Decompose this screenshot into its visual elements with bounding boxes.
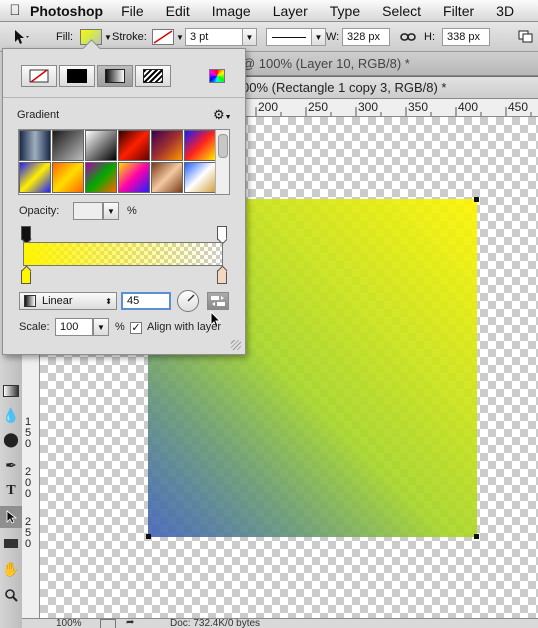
zoom-tool-icon[interactable] <box>0 584 22 606</box>
fill-label: Fill: <box>56 31 74 43</box>
type-tool-icon[interactable]: T <box>0 480 22 502</box>
menu-layer[interactable]: Layer <box>273 3 308 19</box>
presets-scrollbar[interactable] <box>215 130 229 194</box>
solid-color-button[interactable] <box>59 65 95 87</box>
opacity-dropdown[interactable]: ▼ <box>103 202 119 220</box>
ruler-tick-digit: 0 <box>25 538 32 550</box>
resize-grip-icon[interactable] <box>231 340 241 350</box>
gradient-style-value: Linear <box>42 295 73 307</box>
stroke-swatch[interactable] <box>152 29 174 45</box>
height-label: H: <box>424 31 435 43</box>
status-bar: 100% ➦ Doc: 732.4K/0 bytes <box>22 618 538 628</box>
opacity-stop-left[interactable] <box>21 226 31 240</box>
no-fill-button[interactable] <box>21 65 57 87</box>
menu-file[interactable]: File <box>121 3 144 19</box>
panel-divider <box>3 97 245 98</box>
reverse-gradient-button[interactable] <box>207 292 229 310</box>
angle-dial[interactable] <box>177 290 199 312</box>
gradient-fill-button[interactable] <box>97 65 133 87</box>
pen-tool-icon[interactable]: ✒ <box>0 454 22 476</box>
presets-scroll-thumb[interactable] <box>218 134 228 158</box>
opacity-label: Opacity: <box>19 205 60 217</box>
fill-dropdown-icon[interactable]: ▼ <box>104 33 112 42</box>
gradient-preset[interactable] <box>184 130 216 161</box>
gradient-preset[interactable] <box>52 162 84 193</box>
select-arrows-icon: ⬍ <box>105 296 112 306</box>
gradient-style-select[interactable]: Linear ⬍ <box>19 292 117 310</box>
color-stop-left[interactable] <box>21 270 31 284</box>
stroke-type-select[interactable] <box>266 28 312 46</box>
hand-tool-icon[interactable]: ✋ <box>0 558 22 580</box>
status-icon[interactable] <box>100 619 116 628</box>
path-operations-icon[interactable] <box>518 22 534 52</box>
apple-icon[interactable]:  <box>0 2 30 19</box>
dodge-tool-icon[interactable]: ⬤ <box>0 428 22 450</box>
scale-unit: % <box>115 321 125 333</box>
width-field[interactable]: 328 px <box>342 28 390 46</box>
path-anchor-handle[interactable] <box>474 197 479 202</box>
fill-gradient-panel: Gradient ⚙▼ Opacity: ▼ % Linear ⬍ 45 Sca… <box>2 39 246 355</box>
rectangle-tool-icon[interactable] <box>0 532 22 554</box>
menu-select[interactable]: Select <box>382 3 421 19</box>
checkmark-icon: ✓ <box>130 321 142 334</box>
stroke-dropdown-icon[interactable]: ▼ <box>176 33 184 42</box>
gradient-section-title: Gradient <box>17 109 60 121</box>
document-size: Doc: 732.4K/0 bytes <box>170 618 261 628</box>
height-field[interactable]: 338 px <box>442 28 490 46</box>
gradient-preset[interactable] <box>85 130 117 161</box>
stroke-width-dropdown[interactable]: ▼ <box>243 28 257 46</box>
gradient-ramp-bar[interactable] <box>23 242 223 266</box>
path-anchor-handle[interactable] <box>146 534 151 539</box>
scale-label: Scale: <box>19 321 50 333</box>
opacity-stop-right[interactable] <box>217 226 227 240</box>
stroke-width-field[interactable]: 3 pt <box>185 28 243 46</box>
path-selection-tool-icon[interactable] <box>0 506 22 528</box>
ruler-tick-digit: 0 <box>25 438 32 450</box>
angle-field[interactable]: 45 <box>121 292 171 310</box>
link-icon[interactable] <box>400 22 416 52</box>
gradient-preset[interactable] <box>184 162 216 193</box>
menu-bar:  Photoshop File Edit Image Layer Type S… <box>0 0 538 22</box>
menu-image[interactable]: Image <box>212 3 251 19</box>
ruler-tick-digit: 0 <box>25 488 32 500</box>
menu-type[interactable]: Type <box>330 3 360 19</box>
gradient-presets-grid <box>18 129 230 195</box>
menu-3d[interactable]: 3D <box>496 3 514 19</box>
zoom-level[interactable]: 100% <box>56 619 82 628</box>
gradient-preset[interactable] <box>19 162 51 193</box>
gear-icon[interactable]: ⚙▼ <box>213 107 232 123</box>
linear-style-icon <box>24 295 36 307</box>
pattern-fill-button[interactable] <box>135 65 171 87</box>
opacity-field[interactable] <box>73 202 103 220</box>
gradient-preset[interactable] <box>118 162 150 193</box>
document-tab-back-title: @ 100% (Layer 10, RGB/8) * <box>242 56 410 71</box>
gradient-preset[interactable] <box>151 130 183 161</box>
align-with-layer-label: Align with layer <box>147 321 221 333</box>
gradient-preset[interactable] <box>151 162 183 193</box>
blur-tool-icon[interactable]: 💧 <box>0 404 22 426</box>
path-anchor-handle[interactable] <box>474 534 479 539</box>
scale-dropdown[interactable]: ▼ <box>93 318 109 336</box>
scale-field[interactable]: 100 <box>55 318 93 336</box>
stroke-type-dropdown[interactable]: ▼ <box>312 28 326 46</box>
gradient-preset[interactable] <box>85 162 117 193</box>
color-stop-right[interactable] <box>217 270 227 284</box>
stroke-label: Stroke: <box>112 31 147 43</box>
menu-app-name[interactable]: Photoshop <box>30 3 103 19</box>
menu-edit[interactable]: Edit <box>166 3 190 19</box>
gradient-tool-icon[interactable] <box>0 380 22 402</box>
width-label: W: <box>326 31 340 43</box>
gradient-preset[interactable] <box>52 130 84 161</box>
opacity-unit: % <box>127 205 137 217</box>
gradient-preset[interactable] <box>118 130 150 161</box>
document-tab-front-title: 00% (Rectangle 1 copy 3, RGB/8) * <box>242 80 447 95</box>
menu-filter[interactable]: Filter <box>443 3 474 19</box>
align-with-layer-checkbox[interactable]: ✓ <box>130 320 142 334</box>
gradient-preset[interactable] <box>19 130 51 161</box>
status-arrow-icon[interactable]: ➦ <box>126 619 134 628</box>
stroke-line-preview <box>272 36 306 38</box>
color-picker-icon[interactable] <box>209 69 225 83</box>
